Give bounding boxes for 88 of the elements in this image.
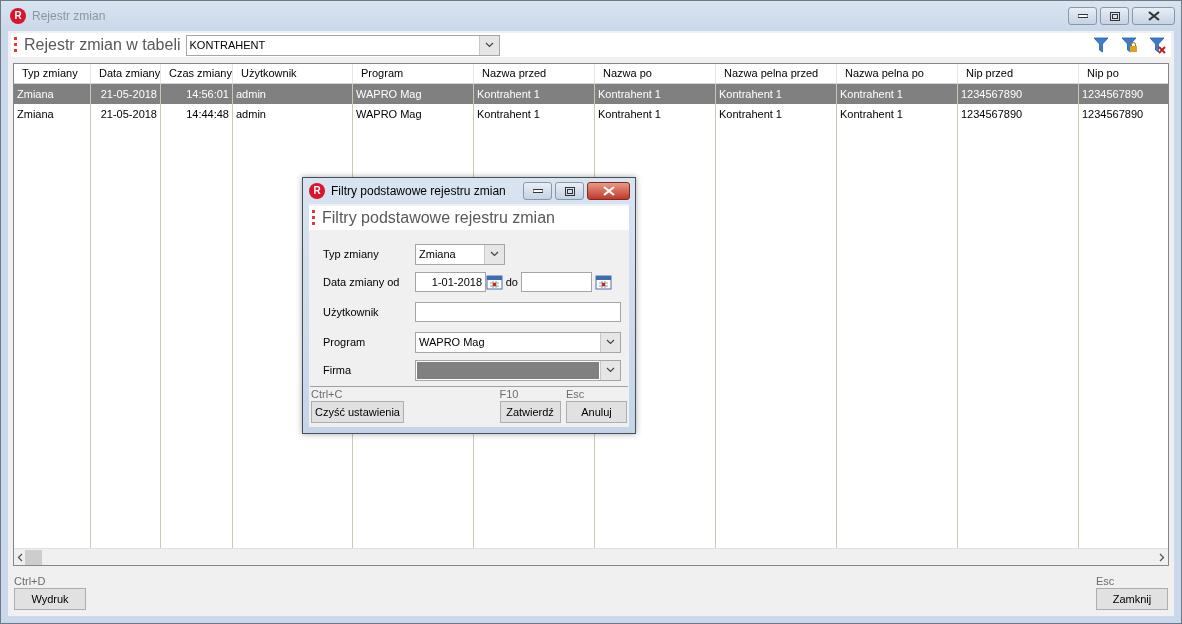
date-field[interactable]: 1-01-2018	[415, 272, 486, 292]
app-logo: R	[309, 183, 325, 199]
table-cell: Zmiana	[14, 104, 91, 124]
shortcut-label: Ctrl+D	[14, 574, 47, 588]
table-cell: WAPRO Mag	[353, 84, 474, 104]
column-header[interactable]: Nazwa przed	[474, 64, 595, 83]
shortcut-label: Ctrl+C	[311, 387, 344, 401]
column-header[interactable]: Typ zmiany	[14, 64, 91, 83]
field-label: Użytkownik	[323, 304, 380, 320]
field-label: Program	[323, 334, 367, 350]
table-cell: 14:56:01	[161, 84, 233, 104]
app-logo: R	[10, 8, 26, 24]
close-button[interactable]	[587, 182, 630, 200]
maximize-icon[interactable]	[1109, 11, 1120, 21]
column-header[interactable]: Czas zmiany	[161, 64, 233, 83]
table-row[interactable]: Zmiana 21-05-2018 14:44:48 admin WAPRO Mag Kontrahent 1 Kontrahent 1 Kontrahent 1 Kontrahent 1 1234567890 1234567890	[14, 104, 1168, 124]
table-cell: WAPRO Mag	[353, 104, 474, 124]
table-cell: Kontrahent 1	[474, 84, 595, 104]
column-header[interactable]: Nazwa po	[595, 64, 716, 83]
accent-mark	[14, 37, 17, 53]
input-field[interactable]	[415, 302, 621, 322]
close-button[interactable]	[1132, 7, 1175, 25]
table-row[interactable]: Zmiana 21-05-2018 14:56:01 admin WAPRO Mag Kontrahent 1 Kontrahent 1 Kontrahent 1 Kontrahent 1 1234567890 1234567890	[14, 84, 1168, 104]
column-header[interactable]: Nip po	[1079, 64, 1168, 83]
calendar-icon[interactable]	[486, 274, 503, 290]
table-cell: Kontrahent 1	[474, 104, 595, 124]
table-cell: 1234567890	[1079, 104, 1168, 124]
filter-icon[interactable]	[1092, 36, 1110, 54]
column-header[interactable]: Program	[353, 64, 474, 83]
table-cell: admin	[233, 84, 353, 104]
minimize-icon[interactable]	[1077, 14, 1088, 18]
scroll-right-icon[interactable]	[1159, 552, 1166, 562]
filter-clear-icon[interactable]	[1148, 36, 1166, 54]
table-cell: admin	[233, 104, 353, 124]
field-label: do	[505, 274, 518, 290]
action-button[interactable]: Zatwierdź	[499, 401, 561, 423]
shortcut-label: F10	[499, 387, 520, 401]
chevron-down-icon	[490, 251, 499, 257]
header-title: Rejestr zmian w tabeli	[24, 35, 181, 55]
minimize-button[interactable]	[523, 182, 552, 200]
action-button[interactable]: Wydruk	[14, 588, 86, 610]
close-icon[interactable]	[1147, 11, 1160, 21]
chevron-down-icon	[606, 367, 615, 373]
table-cell: 1234567890	[1079, 84, 1168, 104]
field-label: Data zmiany od	[323, 274, 401, 290]
accent-mark	[312, 210, 315, 226]
chevron-down-icon	[484, 42, 494, 48]
table-cell: 1234567890	[958, 104, 1079, 124]
table-cell: Kontrahent 1	[837, 104, 958, 124]
chevron-down-icon	[606, 339, 615, 345]
column-header[interactable]: Użytkownik	[233, 64, 353, 83]
scrollbar-thumb[interactable]	[24, 549, 42, 565]
dropdown-field[interactable]: Zmiana	[415, 243, 505, 265]
date-field[interactable]	[520, 272, 592, 292]
field-label: Firma	[323, 362, 353, 378]
table-cell: 21-05-2018	[91, 84, 161, 104]
table-cell: 14:44:48	[161, 104, 233, 124]
action-button[interactable]: Anuluj	[566, 401, 627, 423]
table-cell: Kontrahent 1	[716, 104, 837, 124]
table-select[interactable]: KONTRAHENT	[185, 34, 500, 56]
column-header[interactable]: Nip przed	[958, 64, 1079, 83]
dropdown-field[interactable]: WAPRO Mag	[415, 331, 621, 353]
minimize-icon[interactable]	[532, 189, 543, 193]
field-label: Typ zmiany	[323, 246, 380, 262]
table-cell: Zmiana	[14, 84, 91, 104]
scroll-left-icon[interactable]	[16, 552, 23, 562]
table-cell: Kontrahent 1	[716, 84, 837, 104]
table-cell: Kontrahent 1	[595, 84, 716, 104]
action-button[interactable]: Zamknij	[1096, 588, 1168, 610]
dialog-heading: Filtry podstawowe rejestru zmian	[322, 208, 555, 228]
maximize-icon[interactable]	[564, 186, 575, 196]
minimize-button[interactable]	[1068, 7, 1097, 25]
action-button[interactable]: Czyść ustawienia	[311, 401, 404, 423]
table-cell: 21-05-2018	[91, 104, 161, 124]
column-header[interactable]: Nazwa pelna przed	[716, 64, 837, 83]
column-header[interactable]: Nazwa pelna po	[837, 64, 958, 83]
shortcut-label: Esc	[566, 387, 586, 401]
table-cell: Kontrahent 1	[595, 104, 716, 124]
maximize-button[interactable]	[555, 182, 584, 200]
window-title: Rejestr zmian	[32, 8, 106, 25]
window-title: Filtry podstawowe rejestru zmian	[331, 183, 506, 200]
table-cell: Kontrahent 1	[837, 84, 958, 104]
calendar-icon[interactable]	[594, 274, 612, 290]
column-header[interactable]: Data zmiany	[91, 64, 161, 83]
shortcut-label: Esc	[1096, 574, 1116, 588]
maximize-button[interactable]	[1100, 7, 1129, 25]
filter-lock-icon[interactable]	[1120, 36, 1138, 54]
table-cell: 1234567890	[958, 84, 1079, 104]
